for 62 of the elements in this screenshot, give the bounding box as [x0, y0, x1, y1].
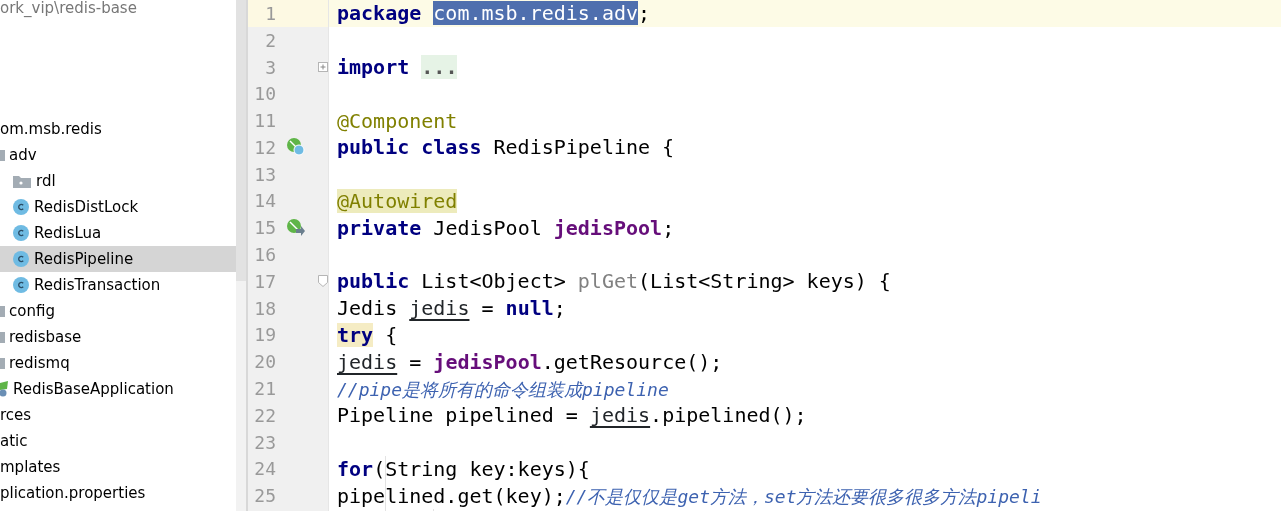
tree-item[interactable]: rces [0, 402, 236, 428]
line-number: 22 [253, 403, 276, 428]
class-icon [13, 225, 29, 241]
folder-icon [0, 149, 5, 161]
line-number: 14 [253, 189, 276, 214]
line-number: 18 [253, 296, 276, 321]
line-number: 23 [253, 430, 276, 455]
code-line: private JedisPool jedisPool; [337, 214, 675, 242]
code-line: jedis = jedisPool.getResource(); [337, 348, 723, 376]
tree-item[interactable]: RedisLua [0, 220, 236, 246]
package-icon [13, 174, 31, 188]
line-number: 19 [253, 323, 276, 348]
code-line: for(String key:keys){ [337, 455, 590, 483]
fold-expand-icon [318, 62, 328, 72]
tree-item[interactable]: RedisTransaction [0, 272, 236, 298]
code-line: Pipeline pipelined = jedis.pipelined(); [337, 402, 807, 430]
line-number: 11 [253, 109, 276, 134]
line-number: 1 [264, 1, 276, 26]
folder-icon [0, 357, 5, 369]
code-line: public List<Object> plGet(List<String> keys) { [337, 268, 891, 296]
folder-icon [0, 331, 5, 343]
scrollbar[interactable] [236, 0, 246, 281]
line-number: 25 [253, 484, 276, 509]
class-gutter-icon [287, 138, 305, 157]
field-gutter-icon [287, 218, 305, 237]
folder-icon [0, 305, 5, 317]
line-number: 3 [264, 55, 276, 80]
tree-item[interactable]: RedisPipeline [0, 246, 236, 272]
line-number: 13 [253, 162, 276, 187]
tree-item[interactable]: RedisBaseApplication [0, 376, 236, 402]
class-icon [13, 199, 29, 215]
class-icon [13, 251, 29, 267]
tree-item[interactable]: adv [0, 142, 236, 168]
line-number: 10 [253, 82, 276, 107]
code-line: Jedis jedis = null; [337, 295, 566, 323]
fold-icon [318, 275, 328, 288]
tree-item[interactable]: redisbase [0, 324, 236, 350]
code-line: //pipe是将所有的命令组装成pipeline [337, 377, 669, 402]
code-line: import ... [337, 54, 458, 81]
line-number: 21 [253, 377, 276, 402]
line-number: 20 [253, 350, 276, 375]
tree-item[interactable]: rdl [0, 168, 236, 194]
project-path: ork_vip\redis-base [0, 0, 138, 19]
tree-item[interactable]: om.msb.redis [0, 116, 236, 142]
tree-item[interactable]: config [0, 298, 236, 324]
line-number: 24 [253, 457, 276, 482]
code-line: @Component [337, 107, 458, 135]
tree-item[interactable]: atic [0, 428, 236, 454]
tree-item[interactable]: redismq [0, 350, 236, 376]
tree-item[interactable]: plication.properties [0, 480, 236, 506]
line-number: 12 [253, 135, 276, 160]
tree-item[interactable]: RedisDistLock [0, 194, 236, 220]
code-line: pipelined.get(key);//不是仅仅是get方法，set方法还要很多很多方法pipeli [337, 482, 1042, 510]
code-line: try { [337, 321, 398, 349]
tree-item[interactable]: mplates [0, 454, 236, 480]
code-line: public class RedisPipeline { [337, 134, 675, 162]
line-number: 17 [253, 269, 276, 294]
line-number: 15 [253, 216, 276, 241]
class-icon [13, 277, 29, 293]
app-icon [0, 381, 9, 397]
line-number: 16 [253, 243, 276, 268]
line-number: 2 [264, 28, 276, 53]
